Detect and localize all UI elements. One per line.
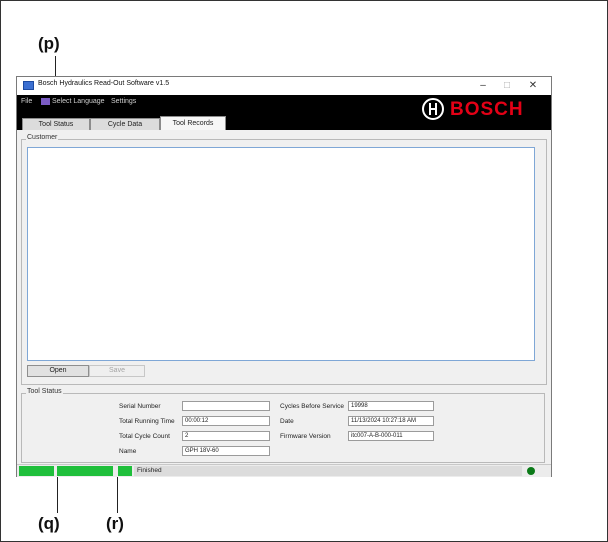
serial-number-label: Serial Number — [119, 403, 161, 410]
tool-status-group-label: Tool Status — [26, 388, 63, 395]
total-cycle-count-label: Total Cycle Count — [119, 433, 170, 440]
firmware-version-field[interactable]: itc007-A-B-000-011 — [348, 431, 434, 441]
open-button[interactable]: Open — [27, 365, 89, 377]
status-segment-3 — [118, 466, 132, 476]
bosch-wordmark: BOSCH — [450, 99, 524, 120]
cycles-before-service-label: Cycles Before Service — [280, 403, 344, 410]
minimize-button[interactable]: – — [473, 79, 493, 93]
name-label: Name — [119, 448, 137, 455]
callout-q: (q) — [38, 514, 60, 533]
tab-tool-records[interactable]: Tool Records — [160, 116, 226, 130]
serial-number-field[interactable] — [182, 401, 270, 411]
total-cycle-count-field[interactable]: 2 — [182, 431, 270, 441]
name-field[interactable]: GPH 18V-60 — [182, 446, 270, 456]
firmware-version-label: Firmware Version — [280, 433, 331, 440]
app-icon — [23, 81, 34, 90]
status-text: Finished — [134, 466, 522, 476]
date-label: Date — [280, 418, 294, 425]
menu-settings[interactable]: Settings — [111, 98, 136, 105]
language-icon — [41, 98, 50, 105]
status-bar: Finished — [17, 464, 551, 477]
tab-tool-status[interactable]: Tool Status — [22, 118, 90, 130]
total-running-time-label: Total Running Time — [119, 418, 175, 425]
cycles-before-service-field[interactable]: 19998 — [348, 401, 434, 411]
customer-text-area[interactable] — [27, 147, 535, 361]
maximize-button[interactable]: □ — [497, 79, 517, 93]
tab-cycle-data[interactable]: Cycle Data — [90, 118, 160, 130]
window-title: Bosch Hydraulics Read-Out Software v1.5 — [38, 80, 170, 87]
status-segment-2 — [57, 466, 113, 476]
app-window: Bosch Hydraulics Read-Out Software v1.5 … — [16, 76, 552, 477]
customer-group-label: Customer — [26, 134, 59, 141]
bosch-logo-icon — [422, 98, 444, 120]
save-button[interactable]: Save — [89, 365, 145, 377]
date-field[interactable]: 11/13/2024 10:27:18 AM — [348, 416, 434, 426]
callout-r: (r) — [106, 514, 124, 533]
status-segment-1 — [19, 466, 54, 476]
menu-select-language[interactable]: Select Language — [52, 98, 105, 105]
menu-file[interactable]: File — [21, 98, 32, 105]
close-button[interactable]: ✕ — [523, 79, 543, 93]
callout-p: (p) — [38, 34, 60, 53]
title-bar: Bosch Hydraulics Read-Out Software v1.5 … — [17, 77, 551, 95]
total-running-time-field[interactable]: 00:00:12 — [182, 416, 270, 426]
connection-indicator — [527, 467, 535, 475]
